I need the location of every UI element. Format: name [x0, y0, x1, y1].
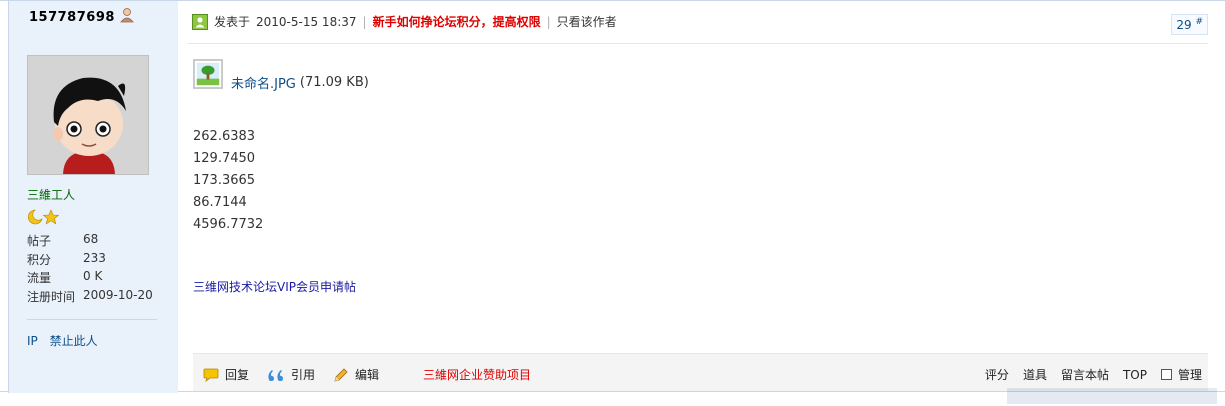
ip-link[interactable]: IP: [27, 334, 38, 348]
value-line: 86.7144: [193, 195, 247, 210]
sidebar-admin-links: IP 禁止此人: [27, 332, 106, 349]
reply-icon: [203, 368, 219, 382]
author-only-link[interactable]: 只看该作者: [557, 13, 617, 30]
stat-value: 0 K: [83, 269, 103, 283]
avatar[interactable]: [27, 55, 149, 175]
edit-label: 编辑: [355, 368, 380, 382]
sponsor-link[interactable]: 三維网企业赞助项目: [423, 366, 531, 383]
comment-link[interactable]: 留言本帖: [1061, 366, 1109, 383]
post-action-bar: 回复 引用 编辑 三維网企业赞助项目 评分 道具 留言本帖 TOP 管理: [193, 353, 1208, 391]
value-line: 129.7450: [193, 151, 256, 166]
value-line: 4596.7732: [193, 217, 264, 232]
stat-posts: 帖子 68: [27, 232, 153, 251]
stat-value: 233: [83, 250, 106, 265]
post-content-area: 发表于 2010-5-15 18:37 | 新手如何挣论坛积分，提高权限 | 只…: [178, 1, 1218, 393]
posted-time: 2010-5-15 18:37: [256, 14, 357, 29]
post-meta: 发表于 2010-5-15 18:37 | 新手如何挣论坛积分，提高权限 | 只…: [192, 13, 617, 30]
stat-value: 2009-10-20: [83, 287, 153, 302]
rank-star-icon: [28, 209, 60, 225]
pencil-icon: [334, 367, 348, 382]
meta-separator: |: [362, 14, 367, 29]
value-line: 173.3665: [193, 173, 256, 188]
attachment-name-link[interactable]: 未命名.JPG: [231, 73, 296, 92]
meta-divider: [188, 43, 1208, 44]
stat-label: 流量: [27, 271, 52, 285]
stat-value: 68: [83, 232, 99, 246]
floor-symbol: #: [1195, 17, 1203, 27]
attachment: 未命名.JPG (71.09 KB): [193, 55, 369, 92]
user-stats: 帖子 68 积分 233 流量 0 K 注册时间 2009-10-20: [27, 232, 153, 306]
signature-link[interactable]: 三维网技术论坛VIP会员申请帖: [193, 278, 356, 295]
floor-number[interactable]: 29 #: [1171, 14, 1208, 35]
stat-traffic: 流量 0 K: [27, 269, 153, 288]
avatar-image: [28, 56, 148, 174]
promo-link[interactable]: 新手如何挣论坛积分，提高权限: [373, 13, 541, 30]
rate-link[interactable]: 评分: [985, 366, 1009, 383]
top-link[interactable]: TOP: [1123, 368, 1147, 382]
tools-link[interactable]: 道具: [1023, 366, 1047, 383]
stat-points: 积分 233: [27, 251, 153, 270]
posted-label: 发表于: [214, 15, 251, 29]
ban-user-link[interactable]: 禁止此人: [50, 334, 98, 348]
reply-label: 回复: [225, 368, 250, 382]
value-line: 262.6383: [193, 129, 256, 144]
meta-separator: |: [546, 14, 551, 29]
post-tools: 评分 道具 留言本帖 TOP 管理: [985, 366, 1208, 383]
manage-checkbox[interactable]: [1160, 369, 1172, 380]
watermark: [1007, 388, 1217, 404]
image-file-icon[interactable]: [193, 58, 223, 89]
stat-label: 帖子: [27, 234, 52, 248]
user-rank: 三維工人: [27, 188, 76, 202]
quote-button[interactable]: 引用: [267, 366, 315, 383]
floor-number-value: 29: [1176, 18, 1192, 32]
sidebar-divider: [27, 319, 157, 320]
quote-label: 引用: [291, 368, 316, 382]
user-online-icon: [192, 13, 208, 30]
attachment-size: (71.09 KB): [299, 75, 369, 90]
forum-post: 157787698 三維工人 帖子 68 积分 233 流量 0 K 注册时间 …: [0, 0, 1225, 393]
reply-button[interactable]: 回复: [203, 366, 249, 383]
post-body: 262.6383 129.7450 173.3665 86.7144 4596.…: [193, 127, 263, 237]
offline-user-icon: [120, 8, 134, 23]
author-username[interactable]: 157787698: [29, 10, 115, 25]
quote-icon: [268, 369, 283, 381]
edit-button[interactable]: 编辑: [333, 366, 379, 383]
stat-label: 注册时间: [27, 289, 76, 304]
author-sidebar: 157787698 三維工人 帖子 68 积分 233 流量 0 K 注册时间 …: [8, 1, 178, 393]
stat-label: 积分: [27, 252, 52, 267]
stat-register-date: 注册时间 2009-10-20: [27, 288, 153, 307]
manage-label: 管理: [1177, 368, 1202, 382]
